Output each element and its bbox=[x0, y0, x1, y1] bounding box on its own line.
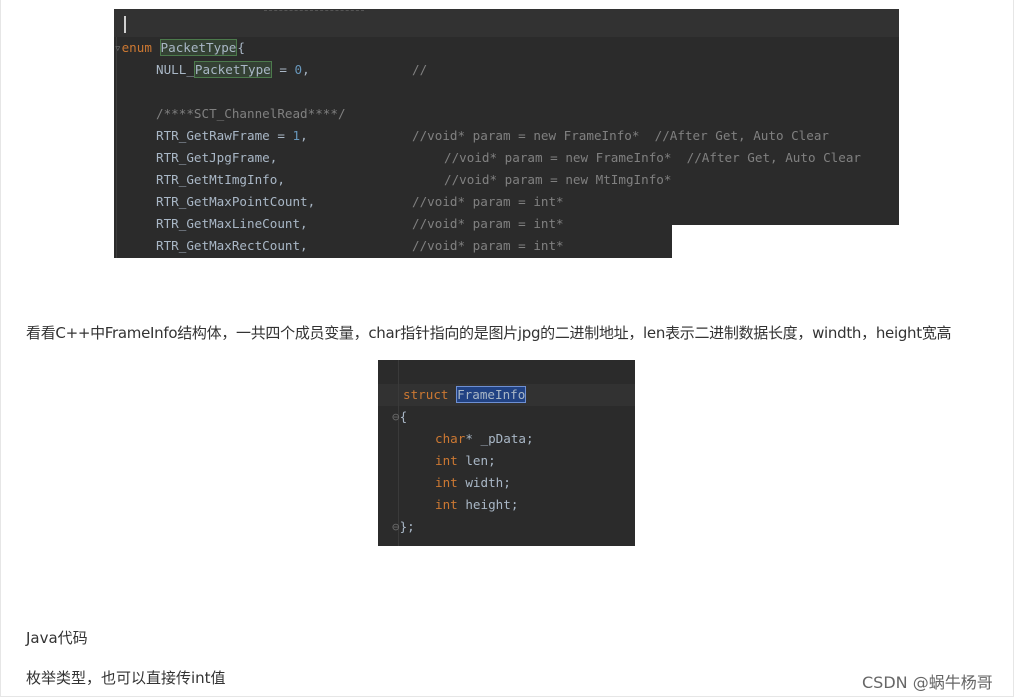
csdn-watermark: CSDN @蜗牛杨哥 bbox=[862, 673, 993, 692]
null-number: 0 bbox=[294, 62, 303, 77]
null-comment: // bbox=[412, 62, 428, 77]
open-brace: { bbox=[399, 409, 408, 424]
code-line-struct: struct FrameInfo bbox=[403, 384, 527, 406]
mtimginfo-comment: //void* param = new MtImgInfo* bbox=[444, 172, 672, 187]
maxrectcount-comment: //void* param = int* bbox=[412, 238, 564, 253]
code-line-field-height: int height; bbox=[435, 494, 518, 516]
code-line-close-brace: ⊖}; bbox=[392, 516, 415, 538]
enum-keyword: enum bbox=[121, 40, 152, 55]
null-comma: , bbox=[302, 62, 310, 77]
fold-marker-icon: ▿ bbox=[114, 40, 122, 55]
java-code-heading: Java代码 bbox=[26, 629, 88, 647]
null-prefix: NULL_ bbox=[156, 62, 194, 77]
field-type-int: int bbox=[435, 475, 458, 490]
code-line-maxlinecount: RTR_GetMaxLineCount, bbox=[156, 216, 308, 231]
field-height: height; bbox=[457, 497, 519, 512]
text-caret bbox=[124, 16, 126, 33]
rawframe-comma: , bbox=[300, 128, 308, 143]
enum-name: PacketType bbox=[159, 39, 238, 56]
code-line-open-brace: ⊖{ bbox=[392, 406, 407, 428]
field-type-int: int bbox=[435, 497, 458, 512]
jpgframe-comment: //void* param = new FrameInfo* //After G… bbox=[444, 150, 862, 165]
field-type-char: char bbox=[435, 431, 466, 446]
field-len: len; bbox=[457, 453, 496, 468]
fold-marker-icon: ⊖ bbox=[392, 409, 400, 424]
description-paragraph: 看看C++中FrameInfo结构体，一共四个成员变量，char指针指向的是图片… bbox=[26, 324, 952, 342]
code-line-mtimginfo: RTR_GetMtImgInfo, bbox=[156, 172, 285, 187]
code-line-jpgframe: RTR_GetJpgFrame, bbox=[156, 150, 278, 165]
rawframe-comment: //void* param = new FrameInfo* //After G… bbox=[412, 128, 830, 143]
null-assign: = bbox=[271, 62, 295, 77]
fold-marker-icon: ⊖ bbox=[392, 519, 400, 534]
null-packettype: PacketType bbox=[193, 61, 272, 78]
current-line-highlight bbox=[114, 9, 899, 37]
close-brace: }; bbox=[399, 519, 415, 534]
enum-brace: { bbox=[237, 40, 245, 55]
struct-keyword: struct bbox=[403, 387, 449, 402]
section-comment: /****SCT_ChannelRead****/ bbox=[156, 106, 346, 121]
gutter-line bbox=[116, 37, 117, 258]
rawframe-name: RTR_GetRawFrame = bbox=[156, 128, 293, 143]
enum-type-note: 枚举类型，也可以直接传int值 bbox=[26, 669, 226, 687]
separator-dashes bbox=[264, 10, 364, 12]
code-screenshot-enum: ▿enum PacketType{ NULL_PacketType = 0, /… bbox=[114, 9, 899, 258]
code-line-null: NULL_PacketType = 0, bbox=[156, 59, 310, 81]
code-line-enum: ▿enum PacketType{ bbox=[114, 37, 245, 59]
code-line-field-width: int width; bbox=[435, 472, 511, 494]
code-line-rawframe: RTR_GetRawFrame = 1, bbox=[156, 125, 308, 147]
code-line-field-len: int len; bbox=[435, 450, 496, 472]
code-line-maxrectcount: RTR_GetMaxRectCount, bbox=[156, 238, 308, 253]
screenshot-cutout bbox=[672, 225, 899, 258]
maxpointcount-comment: //void* param = int* bbox=[412, 194, 564, 209]
maxlinecount-comment: //void* param = int* bbox=[412, 216, 564, 231]
field-type-int: int bbox=[435, 453, 458, 468]
struct-name: FrameInfo bbox=[456, 386, 527, 403]
code-line-maxpointcount: RTR_GetMaxPointCount, bbox=[156, 194, 316, 209]
code-line-field-pdata: char* _pData; bbox=[435, 428, 534, 450]
code-screenshot-struct: struct FrameInfo ⊖{ char* _pData; int le… bbox=[378, 360, 635, 546]
rawframe-number: 1 bbox=[292, 128, 301, 143]
field-width: width; bbox=[457, 475, 511, 490]
field-pdata: * _pData; bbox=[465, 431, 534, 446]
